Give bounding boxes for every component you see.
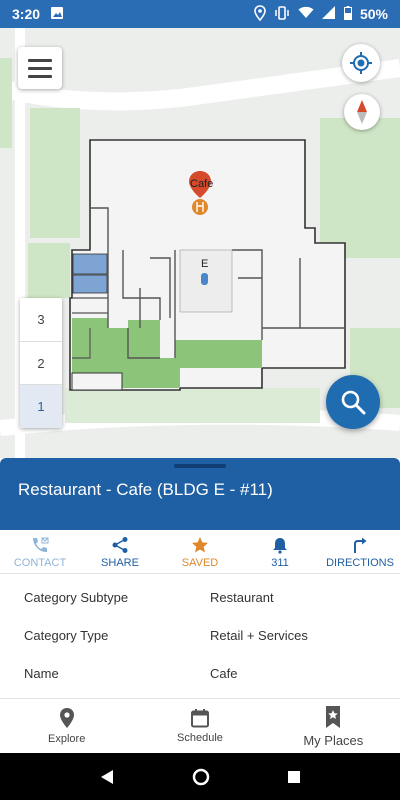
compass-icon	[357, 100, 367, 124]
turn-right-icon	[354, 537, 367, 553]
location-pin-icon	[59, 708, 74, 728]
building-label: E	[201, 258, 209, 270]
detail-value: Restaurant	[210, 589, 274, 605]
nav-schedule[interactable]: Schedule	[133, 699, 266, 753]
drag-handle[interactable]	[174, 464, 226, 468]
contact-button[interactable]: CONTACT	[0, 530, 80, 573]
detail-value: Retail + Services	[210, 627, 308, 643]
status-bar: 3:20 50%	[0, 0, 400, 28]
detail-row: Category Type Retail + Services	[0, 616, 400, 654]
bookmark-star-icon	[326, 705, 341, 728]
wifi-icon	[298, 6, 314, 22]
bell-icon	[273, 538, 287, 554]
star-icon	[192, 537, 208, 553]
status-time: 3:20	[12, 6, 41, 22]
floor-1-button[interactable]: 1	[20, 385, 62, 429]
detail-row: Category Subtype Restaurant	[0, 578, 400, 616]
share-icon	[112, 537, 128, 553]
image-notification-icon	[50, 6, 64, 23]
menu-button[interactable]	[18, 47, 62, 89]
back-icon[interactable]	[99, 769, 115, 785]
cafe-poi-marker[interactable]	[188, 170, 212, 216]
system-navigation-bar	[0, 753, 400, 800]
detail-row: Name Cafe	[0, 654, 400, 692]
place-details: Category Subtype Restaurant Category Typ…	[0, 578, 400, 692]
restroom-marker-icon	[201, 273, 208, 285]
home-icon[interactable]	[192, 768, 210, 786]
place-actions-bar: CONTACT SHARE SAVED 311 DIRECTIONS	[0, 530, 400, 574]
search-icon	[341, 390, 366, 415]
search-button[interactable]	[326, 375, 380, 429]
share-button[interactable]: SHARE	[80, 530, 160, 573]
crosshair-icon	[350, 52, 372, 74]
compass-button[interactable]	[344, 94, 380, 130]
report-311-button[interactable]: 311	[240, 530, 320, 573]
signal-icon	[321, 6, 336, 22]
battery-icon	[343, 5, 352, 23]
floor-selector: 3 2 1	[20, 298, 62, 429]
battery-percent: 50%	[359, 6, 388, 22]
nav-my-places[interactable]: My Places	[267, 699, 400, 753]
recents-icon[interactable]	[287, 770, 301, 784]
vibrate-icon	[274, 5, 290, 23]
bottom-navigation: Explore Schedule My Places	[0, 698, 400, 753]
detail-key: Category Subtype	[24, 589, 129, 605]
my-location-button[interactable]	[342, 44, 380, 82]
nav-explore[interactable]: Explore	[0, 699, 133, 753]
saved-button[interactable]: SAVED	[160, 530, 240, 573]
phone-icon	[33, 537, 49, 553]
poi-label: Cafe	[190, 178, 214, 190]
hamburger-icon	[28, 58, 52, 62]
detail-value: Cafe	[210, 665, 238, 681]
floor-3-button[interactable]: 3	[20, 298, 62, 342]
floor-2-button[interactable]: 2	[20, 342, 62, 386]
place-sheet-header[interactable]: Restaurant - Cafe (BLDG E - #11)	[0, 458, 400, 530]
directions-button[interactable]: DIRECTIONS	[320, 530, 400, 573]
detail-key: Category Type	[24, 627, 109, 643]
location-status-icon	[254, 4, 266, 24]
detail-key: Name	[24, 665, 59, 681]
calendar-icon	[190, 709, 209, 728]
place-title: Restaurant - Cafe (BLDG E - #11)	[18, 480, 273, 499]
